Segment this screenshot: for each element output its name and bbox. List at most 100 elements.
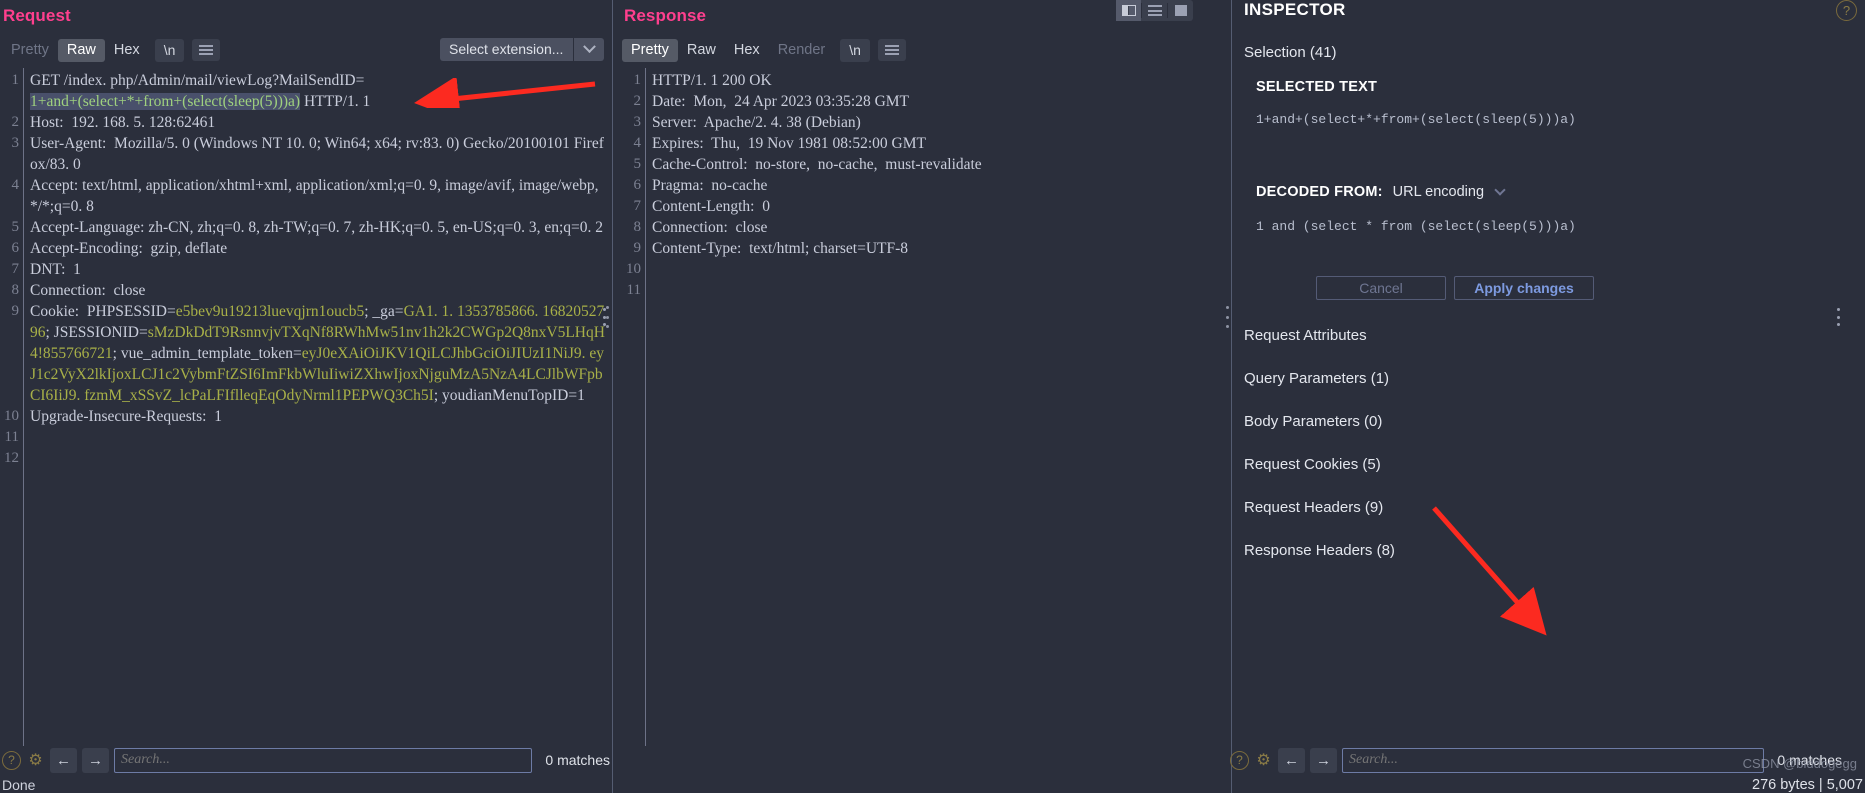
- help-icon[interactable]: ?: [1836, 0, 1857, 21]
- apply-changes-button[interactable]: Apply changes: [1454, 276, 1594, 300]
- request-code-line: Cookie: PHPSESSID=e5bev9u19213luevqjrn1o…: [30, 301, 606, 406]
- line-number: 10: [626, 261, 641, 277]
- panel-resize-handle-right[interactable]: [1224, 306, 1230, 328]
- tab-request-raw[interactable]: Raw: [57, 38, 105, 62]
- request-code-line: Connection: close: [30, 280, 606, 301]
- code-segment: Cookie: PHPSESSID=: [30, 303, 176, 320]
- tab-request-newline[interactable]: \n: [154, 38, 185, 62]
- line-number: 4: [633, 135, 642, 151]
- response-inspector-divider[interactable]: [1231, 0, 1232, 793]
- line-number: 7: [11, 261, 20, 277]
- code-segment: Host: 192. 168. 5. 128:62461: [30, 114, 216, 131]
- code-segment: Accept: text/html, application/xhtml+xml…: [30, 177, 603, 215]
- chevron-down-icon[interactable]: [1494, 184, 1506, 196]
- line-number: 5: [11, 219, 20, 235]
- section-query-parameters[interactable]: Query Parameters (1): [1244, 370, 1389, 387]
- request-menu-icon[interactable]: [192, 39, 221, 61]
- selection-count-label: Selection (41): [1244, 44, 1337, 61]
- bytes-info-label: 276 bytes | 5,007: [1752, 777, 1863, 793]
- chevron-down-icon: [583, 40, 596, 54]
- code-segment: e5bev9u19213luevqjrn1oucb5: [175, 303, 365, 320]
- decoded-from-row[interactable]: DECODED FROM: URL encoding: [1256, 184, 1506, 200]
- response-tab-strip[interactable]: Pretty Raw Hex Render \n: [622, 38, 906, 62]
- section-request-headers[interactable]: Request Headers (9): [1244, 499, 1383, 516]
- response-panel: Response Pretty Raw Hex Render \n 1 2 3 4 5 6…: [614, 0, 1842, 793]
- search-next-button[interactable]: →: [82, 747, 109, 773]
- request-code-line: GET /index. php/Admin/mail/viewLog?MailS…: [30, 70, 606, 112]
- request-match-count: 0 matches: [545, 752, 610, 768]
- line-number: 11: [4, 429, 19, 445]
- tab-response-pretty[interactable]: Pretty: [622, 38, 678, 62]
- line-number: 9: [633, 240, 642, 256]
- line-number: 12: [4, 450, 19, 466]
- select-extension-dropdown[interactable]: Select extension...: [440, 38, 605, 61]
- tab-response-render[interactable]: Render: [769, 39, 835, 62]
- decoded-text-value[interactable]: 1 and (select * from (select(sleep(5)))a…: [1256, 218, 1856, 235]
- selected-text-value[interactable]: 1+and+(select+*+from+(select(sleep(5)))a…: [1256, 111, 1856, 128]
- response-code-line: [652, 259, 1222, 280]
- request-code-area[interactable]: GET /index. php/Admin/mail/viewLog?MailS…: [24, 68, 606, 746]
- line-number: 1: [11, 72, 20, 88]
- response-menu-icon[interactable]: [877, 39, 906, 61]
- line-number: 3: [11, 135, 20, 151]
- cancel-button[interactable]: Cancel: [1316, 276, 1446, 300]
- code-segment: HTTP/1. 1: [300, 93, 371, 110]
- request-code-line: [30, 448, 606, 469]
- request-title: Request: [3, 6, 71, 25]
- line-number: 5: [633, 156, 642, 172]
- decoded-from-value[interactable]: URL encoding: [1393, 184, 1484, 200]
- help-icon[interactable]: ?: [2, 750, 21, 770]
- response-code-area[interactable]: HTTP/1. 1 200 OK Date: Mon, 24 Apr 2023 0…: [646, 68, 1222, 746]
- response-code-line: Date: Mon, 24 Apr 2023 03:35:28 GMT: [652, 93, 910, 110]
- response-code-line: Server: Apache/2. 4. 38 (Debian): [652, 114, 861, 131]
- search-prev-button[interactable]: ←: [50, 747, 77, 773]
- line-number: 8: [633, 219, 642, 235]
- decoded-from-label: DECODED FROM:: [1256, 184, 1383, 200]
- section-request-cookies[interactable]: Request Cookies (5): [1244, 456, 1381, 473]
- select-extension-arrow[interactable]: [574, 38, 604, 61]
- request-tab-strip[interactable]: Pretty Raw Hex \n: [2, 38, 221, 62]
- code-segment: ; vue_admin_template_token=: [112, 345, 302, 362]
- request-panel: Request Pretty Raw Hex \n Select extensi…: [0, 0, 612, 793]
- tab-response-newline[interactable]: \n: [840, 38, 870, 62]
- section-response-headers[interactable]: Response Headers (8): [1244, 542, 1395, 559]
- tab-response-raw[interactable]: Raw: [678, 39, 725, 62]
- gear-icon[interactable]: ⚙: [26, 751, 45, 770]
- line-number: 4: [11, 177, 20, 193]
- tab-request-pretty[interactable]: Pretty: [2, 39, 58, 62]
- line-number: 6: [11, 240, 20, 256]
- request-code-line: Host: 192. 168. 5. 128:62461: [30, 112, 606, 133]
- inspector-title: INSPECTOR: [1244, 0, 1346, 19]
- section-request-attributes[interactable]: Request Attributes: [1244, 327, 1367, 344]
- section-body-parameters[interactable]: Body Parameters (0): [1244, 413, 1382, 430]
- request-code-line: Accept-Encoding: gzip, deflate: [30, 238, 606, 259]
- request-search-bar[interactable]: ? ⚙ ← → 0 matches: [2, 747, 610, 773]
- code-segment: ; _ga=: [364, 303, 404, 320]
- response-code-line: HTTP/1. 1 200 OK: [652, 72, 772, 89]
- line-number: 9: [11, 303, 20, 319]
- inspector-panel: INSPECTOR ? Selection (41) SELECTED TEXT…: [1236, 0, 1865, 793]
- request-code-line: Accept-Language: zh-CN, zh;q=0. 8, zh-TW…: [30, 217, 606, 238]
- tab-response-hex[interactable]: Hex: [725, 39, 769, 62]
- panel-resize-handle-left[interactable]: [604, 306, 610, 328]
- request-line-numbers: 1 2 3 4 5 6 7 8 9 10 11 12: [0, 68, 24, 746]
- response-code-line: Content-Length: 0: [652, 198, 770, 215]
- code-segment: ; JSESSIONID=: [45, 324, 148, 341]
- tab-request-hex[interactable]: Hex: [105, 39, 149, 62]
- line-number: 11: [626, 282, 641, 298]
- request-code-line: DNT: 1: [30, 259, 606, 280]
- selected-text-heading: SELECTED TEXT: [1256, 79, 1378, 95]
- response-code-line: Expires: Thu, 19 Nov 1981 08:52:00 GMT: [652, 135, 926, 152]
- response-code-line: Connection: close: [652, 219, 768, 236]
- request-search-input[interactable]: [114, 747, 533, 773]
- line-number: 1: [633, 72, 642, 88]
- line-number: 7: [633, 198, 642, 214]
- request-editor[interactable]: 1 2 3 4 5 6 7 8 9 10 11 12 GET /index. php/Admin/ma…: [0, 68, 606, 746]
- line-number: 3: [633, 114, 642, 130]
- code-segment: Accept-Encoding: gzip, deflate: [30, 240, 228, 257]
- status-bar-text: Done: [2, 777, 36, 793]
- response-editor[interactable]: 1 2 3 4 5 6 7 8 9 10 11 HTTP/1. 1 200 OK Date: Mon,…: [622, 68, 1222, 746]
- request-response-divider[interactable]: [612, 0, 613, 793]
- code-segment: DNT: 1: [30, 261, 81, 278]
- response-code-line: Pragma: no-cache: [652, 177, 768, 194]
